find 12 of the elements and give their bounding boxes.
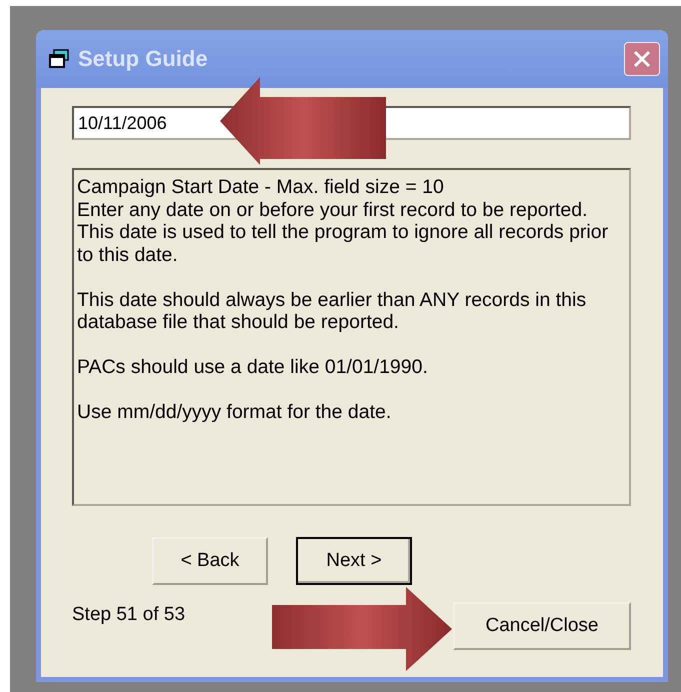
nav-button[interactable]: < Back bbox=[152, 537, 268, 585]
help-paragraph: Use mm/dd/yyyy format for the date. bbox=[77, 401, 392, 424]
window-title: Setup Guide bbox=[78, 46, 209, 72]
help-paragraph: Campaign Start Date - Max. field size = 10 Enter any date on or before your first record to be reported. This date is used to tell the program to ignore all records prior to this date. bbox=[77, 176, 610, 266]
cancel-button[interactable]: Cancel/Close bbox=[453, 602, 631, 650]
help-paragraph: PACs should use a date like 01/01/1990. bbox=[77, 356, 429, 378]
close-icon bbox=[631, 48, 653, 70]
window-icon bbox=[48, 49, 70, 69]
step-counter: Step 51 of 53 bbox=[72, 604, 186, 626]
nav-button[interactable]: Next > bbox=[296, 537, 412, 585]
close-button[interactable] bbox=[624, 42, 660, 76]
help-paragraph: This date should always be earlier than ANY records in this database file that should be reported. bbox=[77, 288, 588, 334]
